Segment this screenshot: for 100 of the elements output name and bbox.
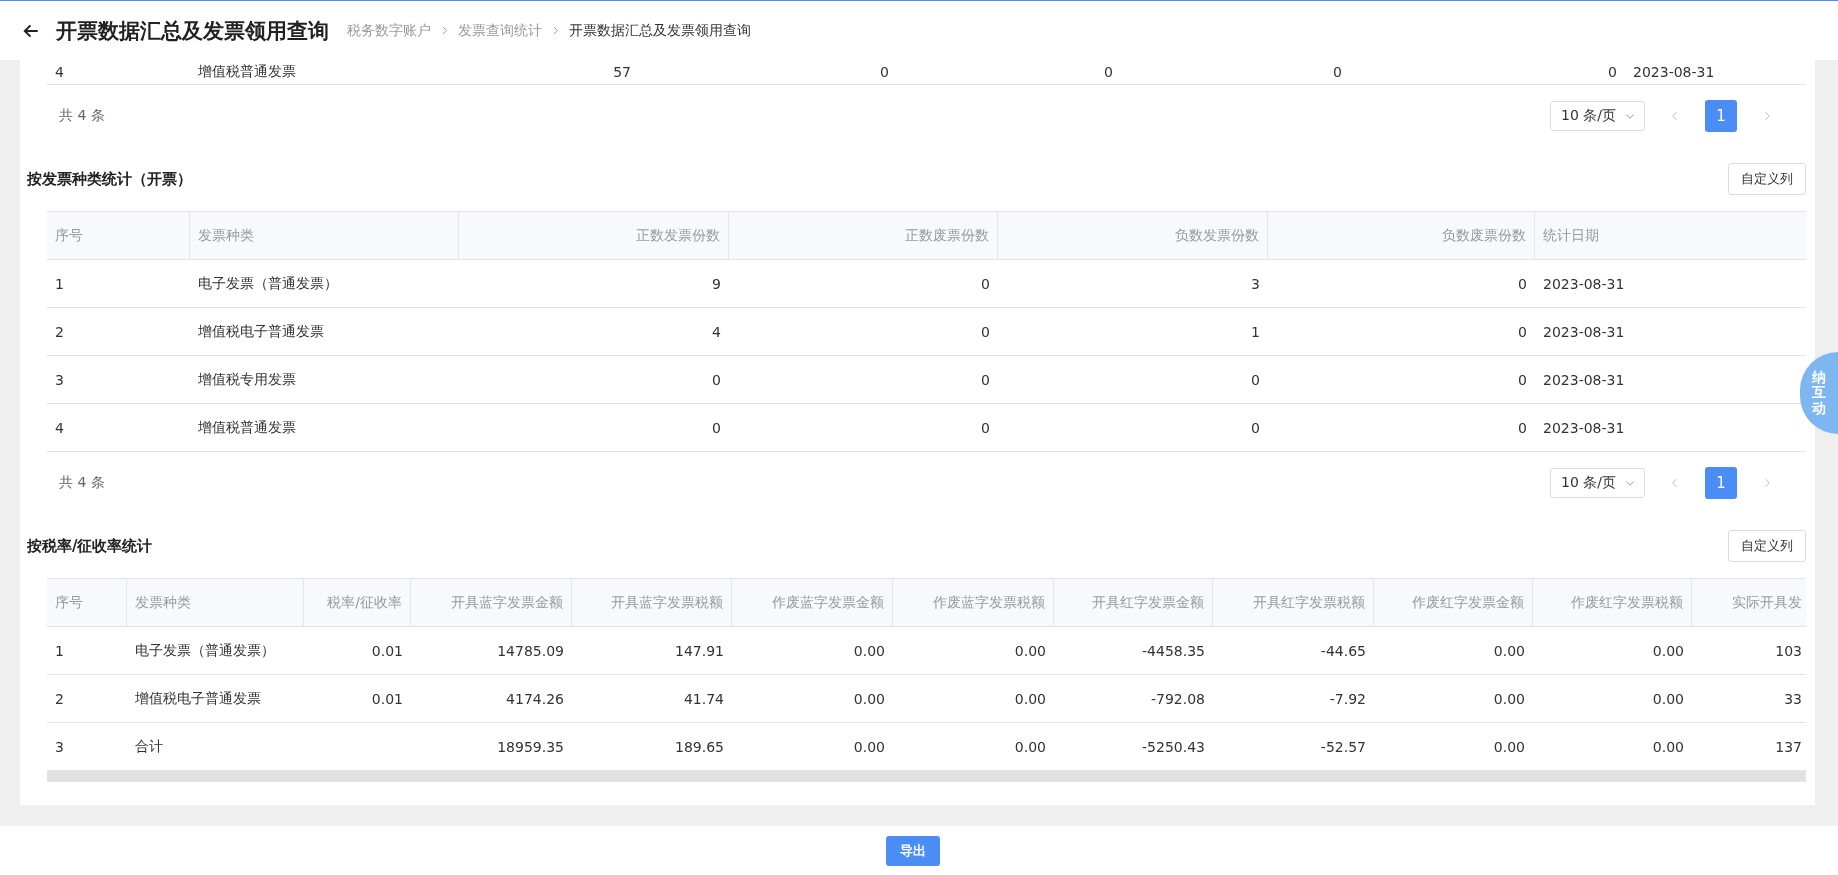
column-header: 开具红字发票税额	[1253, 593, 1365, 612]
table-cell: 0	[1608, 64, 1617, 80]
table-cell: 电子发票（普通发票）	[135, 641, 275, 660]
table-cell: 0.00	[1493, 642, 1525, 659]
table-cell: 41.74	[683, 690, 724, 707]
table-cell: 电子发票（普通发票）	[198, 274, 338, 293]
table-cell: 0.00	[1652, 690, 1684, 707]
table-cell: 增值税普通发票	[198, 63, 296, 81]
column-header: 负数废票份数	[1442, 226, 1526, 245]
table-cell: 4	[55, 419, 64, 436]
column-header: 作废红字发票金额	[1412, 593, 1524, 612]
table-cell: 2023-08-31	[1543, 371, 1625, 388]
table-cell: 3	[1251, 275, 1260, 292]
page-size-select[interactable]: 10 条/页	[1550, 101, 1645, 131]
table-cell: 14785.09	[497, 642, 564, 659]
table-cell: 0.00	[1652, 642, 1684, 659]
table-cell: 1	[55, 275, 64, 292]
table-cell: 0.00	[1014, 738, 1046, 755]
table-cell: 0	[1518, 419, 1527, 436]
table-cell: 33	[1784, 690, 1802, 707]
table-cell: 3	[55, 371, 64, 388]
table-cell: 0	[1518, 371, 1527, 388]
column-header: 作废蓝字发票金额	[772, 593, 884, 612]
total-count: 共 4 条	[59, 107, 105, 125]
table-cell: 4174.26	[506, 690, 564, 707]
page-button[interactable]: 1	[1705, 100, 1737, 132]
section-title: 按税率/征收率统计	[27, 536, 153, 556]
table-cell: -52.57	[1320, 738, 1366, 755]
column-header: 税率/征收率	[327, 593, 402, 612]
table-cell: 2	[55, 323, 64, 340]
table-cell: 0.00	[1493, 738, 1525, 755]
column-header: 开具蓝字发票税额	[611, 593, 723, 612]
table-cell: 0.00	[853, 642, 885, 659]
column-header: 实际开具发	[1732, 593, 1802, 612]
table-cell: 1	[55, 642, 64, 659]
table-cell: 0	[981, 371, 990, 388]
table-cell: -5250.43	[1142, 738, 1205, 755]
horizontal-scrollbar[interactable]	[47, 771, 1806, 782]
table-cell: 9	[712, 275, 721, 292]
table-cell: 0.01	[371, 642, 403, 659]
table-cell: 2023-08-31	[1633, 64, 1715, 80]
column-header: 作废蓝字发票税额	[933, 593, 1045, 612]
table-cell: 189.65	[675, 738, 724, 755]
table-cell: 137	[1775, 738, 1802, 755]
table-cell: 0	[1333, 64, 1342, 80]
column-header: 序号	[55, 226, 83, 245]
table-cell: 增值税专用发票	[198, 370, 296, 389]
table-cell: 4	[55, 64, 64, 80]
column-header: 开具红字发票金额	[1092, 593, 1204, 612]
table-cell: 增值税普通发票	[198, 418, 296, 437]
table-cell: 0	[1251, 419, 1260, 436]
table-cell: 0	[712, 419, 721, 436]
table-cell: -4458.35	[1142, 642, 1205, 659]
column-header: 发票种类	[135, 593, 191, 612]
export-button[interactable]: 导出	[886, 835, 940, 866]
column-header: 发票种类	[198, 226, 254, 245]
table-cell: 147.91	[675, 642, 724, 659]
table-cell: 合计	[135, 737, 163, 756]
section-title: 按发票种类统计（开票）	[27, 169, 192, 189]
page-title: 开票数据汇总及发票领用查询	[56, 17, 329, 45]
table-cell: 增值税电子普通发票	[135, 689, 261, 708]
page-size-select[interactable]: 10 条/页	[1550, 468, 1645, 498]
column-header: 统计日期	[1543, 226, 1599, 245]
table-cell: 0.00	[853, 690, 885, 707]
breadcrumb-link[interactable]: 税务数字账户	[347, 21, 431, 40]
table-cell: 2023-08-31	[1543, 275, 1625, 292]
table-cell: -7.92	[1329, 690, 1366, 707]
column-header: 作废红字发票税额	[1571, 593, 1683, 612]
table-cell: 57	[613, 64, 631, 80]
table-cell: 0.00	[1014, 642, 1046, 659]
table-cell: 0	[981, 275, 990, 292]
table-cell: 0	[1251, 371, 1260, 388]
table-cell: 2023-08-31	[1543, 323, 1625, 340]
page-button[interactable]: 1	[1705, 467, 1737, 499]
table-cell: 0	[981, 323, 990, 340]
breadcrumb-link[interactable]: 发票查询统计	[458, 21, 542, 40]
column-header: 开具蓝字发票金额	[451, 593, 563, 612]
table-cell: 103	[1775, 642, 1802, 659]
column-header: 正数废票份数	[905, 226, 989, 245]
table-cell: 2	[55, 690, 64, 707]
table-cell: 0	[981, 419, 990, 436]
table-cell: 3	[55, 738, 64, 755]
column-header: 负数发票份数	[1175, 226, 1259, 245]
table-cell: 0	[1518, 323, 1527, 340]
customize-columns-button[interactable]: 自定义列	[1728, 163, 1806, 195]
column-header: 正数发票份数	[636, 226, 720, 245]
customize-columns-button[interactable]: 自定义列	[1728, 530, 1806, 562]
table-cell: 增值税电子普通发票	[198, 322, 324, 341]
total-count: 共 4 条	[59, 474, 105, 492]
table-cell: 1	[1251, 323, 1260, 340]
table-cell: 0.00	[1652, 738, 1684, 755]
table-cell: 0.00	[1014, 690, 1046, 707]
table-cell: 2023-08-31	[1543, 419, 1625, 436]
table-cell: 0.00	[853, 738, 885, 755]
table-cell: 4	[712, 323, 721, 340]
column-header: 序号	[55, 593, 83, 612]
table-cell: -44.65	[1320, 642, 1366, 659]
table-cell: -792.08	[1150, 690, 1205, 707]
table-cell: 0	[712, 371, 721, 388]
table-cell: 0.01	[371, 690, 403, 707]
